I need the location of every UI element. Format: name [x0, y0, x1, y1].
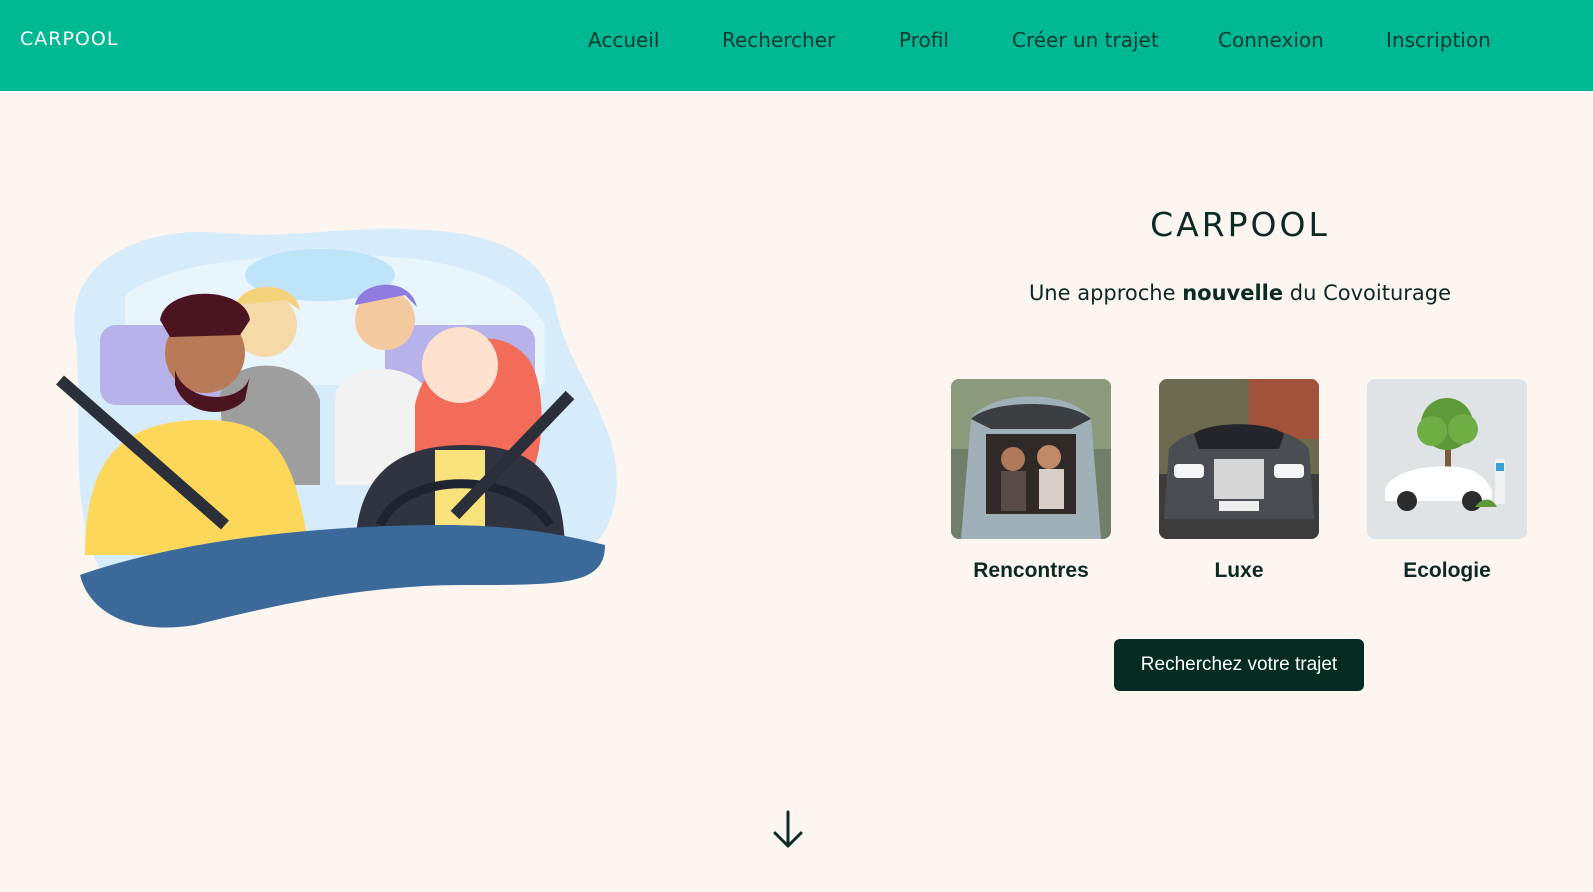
feature-card-luxe[interactable]: Luxe	[1159, 379, 1319, 583]
nav-item-accueil[interactable]: Accueil	[588, 28, 659, 52]
card-label-luxe: Luxe	[1214, 559, 1264, 582]
hero-tagline: Une approche nouvelle du Covoiturage	[950, 281, 1530, 305]
carpool-illustration	[56, 228, 617, 628]
nav-item-profil[interactable]: Profil	[899, 28, 949, 52]
nav-item-connexion[interactable]: Connexion	[1218, 28, 1324, 52]
friends-in-car-trunk-photo	[951, 379, 1111, 539]
nav-item-inscription[interactable]: Inscription	[1386, 28, 1491, 52]
electric-car-tree-photo	[1367, 379, 1527, 539]
card-label-ecologie: Ecologie	[1403, 559, 1491, 582]
search-trip-button[interactable]: Recherchez votre trajet	[1114, 639, 1364, 691]
feature-card-ecologie[interactable]: Ecologie	[1367, 379, 1527, 583]
tagline-start: Une approche	[1028, 281, 1183, 305]
luxury-car-photo	[1159, 379, 1319, 539]
card-label-rencontres: Rencontres	[973, 559, 1089, 582]
nav-item-rechercher[interactable]: Rechercher	[722, 28, 835, 52]
arrow-down-icon[interactable]	[771, 810, 805, 850]
feature-card-rencontres[interactable]: Rencontres	[951, 379, 1111, 583]
top-navbar: CARPOOL Accueil Rechercher Profil Créer …	[0, 0, 1593, 91]
brand-title: CARPOOL	[1150, 205, 1330, 244]
nav-item-creer-trajet[interactable]: Créer un trajet	[1012, 28, 1159, 52]
navbar-logo[interactable]: CARPOOL	[20, 28, 118, 50]
tagline-end: du Covoiturage	[1283, 281, 1452, 305]
tagline-emphasis: nouvelle	[1182, 281, 1284, 305]
